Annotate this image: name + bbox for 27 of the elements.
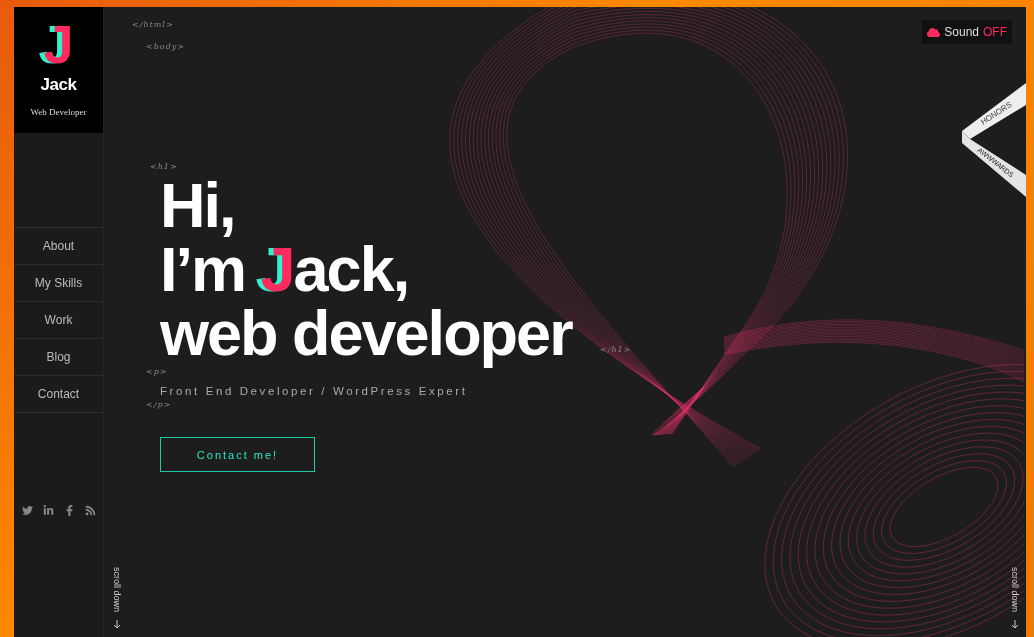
sound-toggle[interactable]: Sound OFF — [922, 20, 1012, 44]
nav-link[interactable]: Blog — [14, 338, 103, 375]
code-tag: </h1> — [600, 345, 632, 354]
rss-icon[interactable] — [84, 505, 96, 516]
logo-letter: J — [43, 19, 74, 69]
nav-link[interactable]: About — [14, 227, 103, 264]
logo-panel[interactable]: J Jack Web Developer — [14, 7, 103, 133]
code-tag: <h1> — [150, 162, 178, 171]
scroll-hint: scroll down — [1010, 566, 1020, 612]
down-arrow-icon — [1011, 620, 1019, 629]
twitter-icon[interactable] — [21, 505, 33, 516]
contact-button[interactable]: Contact me! — [160, 437, 315, 472]
cloud-icon — [927, 25, 941, 39]
code-tag: </p> — [146, 400, 172, 409]
code-tag: <p> — [146, 367, 168, 376]
linkedin-icon[interactable] — [42, 505, 54, 516]
nav-link[interactable]: My Skills — [14, 264, 103, 301]
nav-link[interactable]: Contact — [14, 375, 103, 412]
logo-name: Jack — [40, 75, 77, 95]
logo-tagline: Web Developer — [30, 107, 87, 117]
scroll-hint: scroll down — [112, 566, 122, 612]
down-arrow-icon — [113, 620, 121, 629]
code-tag: <body> — [146, 42, 185, 51]
hero-subtitle: Front End Developer / WordPress Expert — [160, 385, 468, 397]
nav-link[interactable]: Work — [14, 301, 103, 338]
code-tag: </html> — [132, 20, 174, 29]
hero-heading: Hi, I’m Jack, web developer — [160, 173, 574, 369]
